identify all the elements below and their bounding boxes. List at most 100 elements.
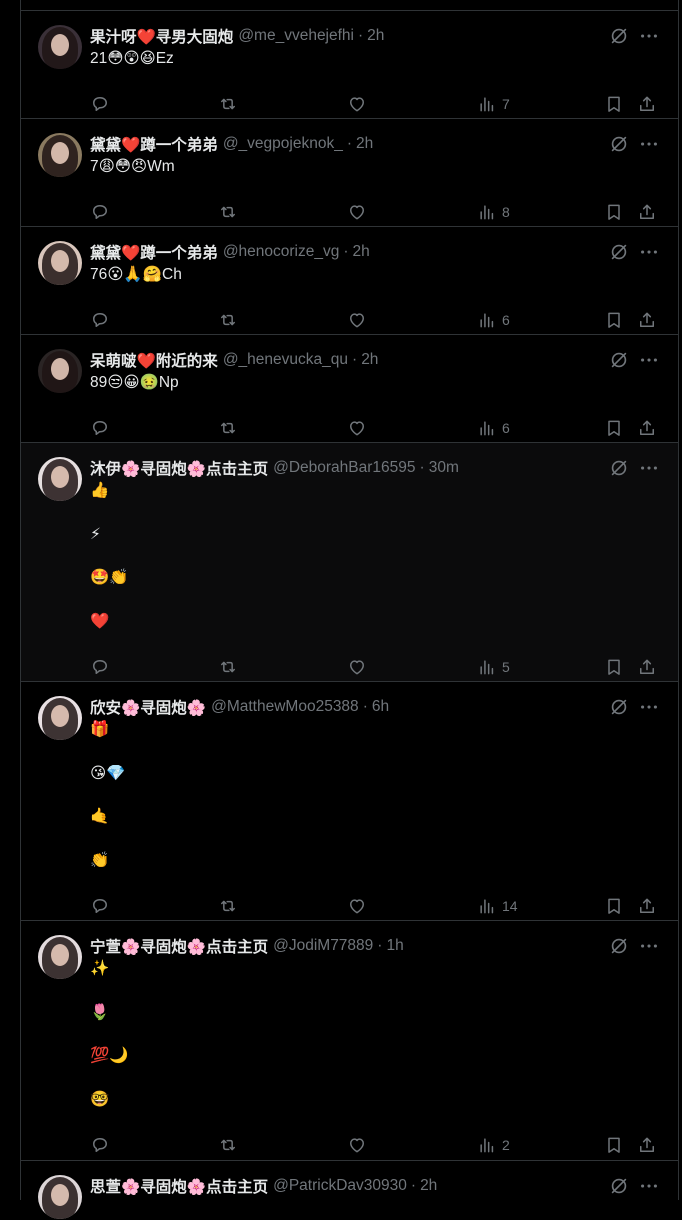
share-button[interactable] (637, 309, 657, 331)
repost-button[interactable] (218, 309, 238, 331)
like-button[interactable] (347, 309, 367, 331)
post-time[interactable]: 1h (386, 937, 403, 955)
like-button[interactable] (347, 1134, 367, 1156)
grok-icon[interactable] (608, 1175, 630, 1197)
avatar[interactable] (38, 133, 82, 177)
avatar[interactable] (38, 25, 82, 69)
grok-icon[interactable] (608, 457, 630, 479)
avatar[interactable] (38, 241, 82, 285)
post-time[interactable]: 2h (361, 351, 378, 369)
post[interactable]: 黛黛❤️蹲一个弟弟 @_vegpojeknok_ · 2h 7😩😳😠Wm 8 (21, 118, 678, 226)
repost-button[interactable] (218, 1134, 238, 1156)
repost-button[interactable] (218, 93, 238, 115)
display-name[interactable]: 呆萌啵❤️附近的来 (90, 349, 218, 371)
display-name[interactable]: 黛黛❤️蹲一个弟弟 (90, 133, 218, 155)
user-handle[interactable]: @JodiM77889 (273, 937, 373, 955)
more-options-icon[interactable] (638, 349, 660, 371)
more-options-icon[interactable] (638, 457, 660, 479)
more-options-icon[interactable] (638, 25, 660, 47)
bookmark-button[interactable] (604, 201, 624, 223)
views-button[interactable]: 2 (477, 1134, 510, 1156)
display-name[interactable]: 果汁呀❤️寻男大固炮 (90, 25, 233, 47)
reply-button[interactable] (90, 895, 110, 917)
display-name[interactable]: 黛黛❤️蹲一个弟弟 (90, 241, 218, 263)
post-time[interactable]: 2h (353, 243, 370, 261)
post-time[interactable]: 2h (356, 135, 373, 153)
display-name[interactable]: 沐伊🌸寻固炮🌸点击主页 (90, 457, 268, 479)
bookmark-button[interactable] (604, 656, 624, 678)
views-button[interactable]: 5 (477, 656, 510, 678)
bookmark-button[interactable] (604, 417, 624, 439)
display-name[interactable]: 宁萱🌸寻固炮🌸点击主页 (90, 935, 268, 957)
grok-icon[interactable] (608, 25, 630, 47)
like-button[interactable] (347, 201, 367, 223)
grok-icon[interactable] (608, 241, 630, 263)
views-button[interactable]: 14 (477, 895, 518, 917)
share-button[interactable] (637, 656, 657, 678)
views-button[interactable]: 8 (477, 201, 510, 223)
post[interactable]: 欣安🌸寻固炮🌸 @MatthewMoo25388 · 6h 🎁 😘💎 🤙 👏 14 (21, 681, 678, 920)
repost-button[interactable] (218, 895, 238, 917)
user-handle[interactable]: @me_vvehejefhi (238, 27, 354, 45)
post-time[interactable]: 6h (372, 698, 389, 716)
share-button[interactable] (637, 1134, 657, 1156)
user-handle[interactable]: @DeborahBar16595 (273, 459, 415, 477)
post[interactable]: 沐伊🌸寻固炮🌸点击主页 @DeborahBar16595 · 30m 👍 ⚡ 🤩👏 ❤️ 5 (21, 442, 678, 681)
user-handle[interactable]: @PatrickDav30930 (273, 1177, 407, 1195)
grok-icon[interactable] (608, 696, 630, 718)
avatar[interactable] (38, 935, 82, 979)
display-name[interactable]: 欣安🌸寻固炮🌸 (90, 696, 206, 718)
user-handle[interactable]: @_henevucka_qu (223, 351, 348, 369)
reply-button[interactable] (90, 93, 110, 115)
post[interactable]: 呆萌啵❤️附近的来 @_henevucka_qu · 2h 89😒😀🤢Np 6 (21, 334, 678, 442)
views-button[interactable]: 6 (477, 309, 510, 331)
share-button[interactable] (637, 417, 657, 439)
reply-button[interactable] (90, 1134, 110, 1156)
bookmark-button[interactable] (604, 93, 624, 115)
user-handle[interactable]: @MatthewMoo25388 (211, 698, 359, 716)
post-time[interactable]: 30m (429, 459, 459, 477)
bookmark-button[interactable] (604, 895, 624, 917)
share-button[interactable] (637, 93, 657, 115)
more-options-icon[interactable] (638, 1175, 660, 1197)
share-button[interactable] (637, 895, 657, 917)
post[interactable]: 果汁呀❤️寻男大固炮 @me_vvehejefhi · 2h 21😳😲😆Ez 7 (21, 10, 678, 118)
grok-icon[interactable] (608, 349, 630, 371)
grok-icon[interactable] (608, 935, 630, 957)
post[interactable]: 思萱🌸寻固炮🌸点击主页 @PatrickDav30930 · 2h (21, 1160, 678, 1220)
views-button[interactable]: 7 (477, 93, 510, 115)
repost-button[interactable] (218, 417, 238, 439)
more-options-icon[interactable] (638, 696, 660, 718)
avatar[interactable] (38, 457, 82, 501)
like-button[interactable] (347, 417, 367, 439)
post-header: 黛黛❤️蹲一个弟弟 @henocorize_vg · 2h (90, 241, 370, 263)
repost-button[interactable] (218, 201, 238, 223)
reply-button[interactable] (90, 201, 110, 223)
post[interactable]: 宁萱🌸寻固炮🌸点击主页 @JodiM77889 · 1h ✨ 🌷 💯🌙 🤓 2 (21, 920, 678, 1160)
reply-button[interactable] (90, 417, 110, 439)
post[interactable]: 黛黛❤️蹲一个弟弟 @henocorize_vg · 2h 76😮🙏🤗Ch 6 (21, 226, 678, 334)
post-time[interactable]: 2h (367, 27, 384, 45)
share-button[interactable] (637, 201, 657, 223)
avatar[interactable] (38, 1175, 82, 1219)
user-handle[interactable]: @henocorize_vg (223, 243, 340, 261)
user-handle[interactable]: @_vegpojeknok_ (223, 135, 343, 153)
display-name[interactable]: 思萱🌸寻固炮🌸点击主页 (90, 1175, 268, 1197)
reply-button[interactable] (90, 656, 110, 678)
views-button[interactable]: 6 (477, 417, 510, 439)
bookmark-button[interactable] (604, 1134, 624, 1156)
bookmark-button[interactable] (604, 309, 624, 331)
like-button[interactable] (347, 656, 367, 678)
more-options-icon[interactable] (638, 133, 660, 155)
like-button[interactable] (347, 895, 367, 917)
post-time[interactable]: 2h (420, 1177, 437, 1195)
avatar[interactable] (38, 349, 82, 393)
more-options-icon[interactable] (638, 935, 660, 957)
avatar[interactable] (38, 696, 82, 740)
grok-icon[interactable] (608, 133, 630, 155)
share-icon (637, 418, 657, 438)
more-options-icon[interactable] (638, 241, 660, 263)
reply-button[interactable] (90, 309, 110, 331)
like-button[interactable] (347, 93, 367, 115)
repost-button[interactable] (218, 656, 238, 678)
